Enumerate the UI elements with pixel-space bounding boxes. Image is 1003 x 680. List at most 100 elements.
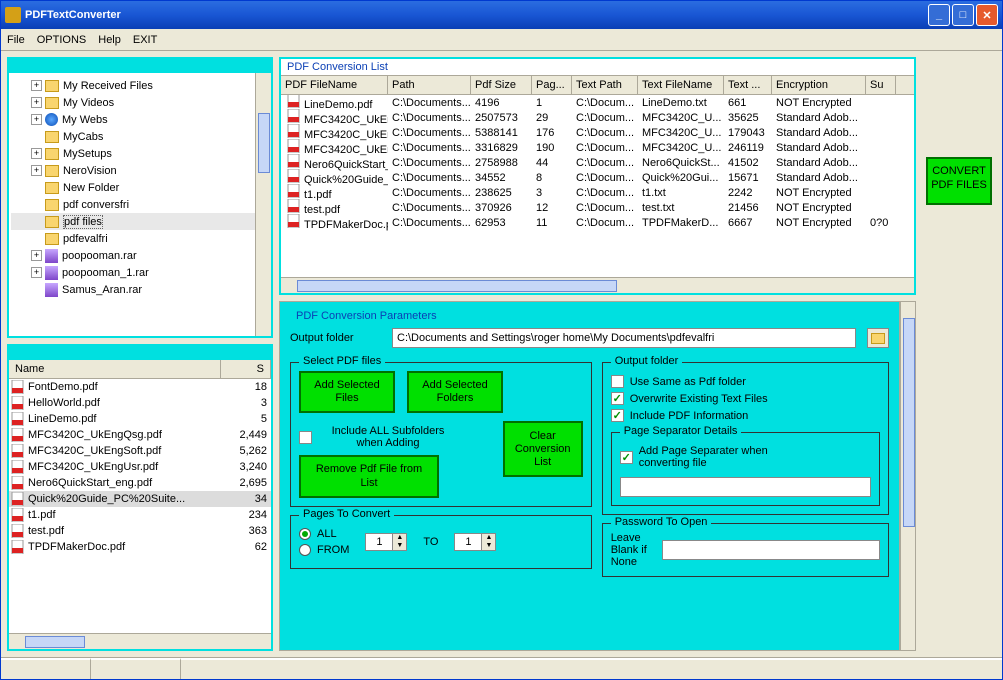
tree-item[interactable]: +My Videos — [11, 94, 269, 111]
tree-item[interactable]: pdf conversfri — [11, 196, 269, 213]
pdf-icon — [11, 444, 25, 458]
include-subfolders-row[interactable]: Include ALL Subfolders when Adding — [299, 425, 493, 449]
page-from-spinner[interactable]: ▲▼ — [365, 533, 407, 551]
col-su[interactable]: Su — [866, 76, 896, 94]
col-text-size[interactable]: Text ... — [724, 76, 772, 94]
conversion-row[interactable]: t1.pdfC:\Documents...2386253C:\Docum...t… — [281, 185, 914, 200]
file-row[interactable]: FontDemo.pdf18 — [9, 379, 271, 395]
page-to-spinner[interactable]: ▲▼ — [454, 533, 496, 551]
app-window: PDFTextConverter _ □ ✕ File OPTIONS Help… — [0, 0, 1003, 680]
convert-button[interactable]: CONVERT PDF FILES — [926, 157, 992, 205]
select-pdf-group: Select PDF files Add Selected Files Add … — [290, 362, 592, 507]
include-info-row[interactable]: Include PDF Information — [611, 409, 880, 422]
col-pdf-filename[interactable]: PDF FileName — [281, 76, 388, 94]
tree-item[interactable]: +poopooman.rar — [11, 247, 269, 264]
browse-button[interactable] — [867, 328, 889, 348]
col-encryption[interactable]: Encryption — [772, 76, 866, 94]
maximize-button[interactable]: □ — [952, 4, 974, 26]
file-size: 34 — [221, 493, 271, 505]
file-list-panel: Name S FontDemo.pdf18HelloWorld.pdf3Line… — [7, 344, 273, 651]
file-row[interactable]: Nero6QuickStart_eng.pdf2,695 — [9, 475, 271, 491]
col-path[interactable]: Path — [388, 76, 471, 94]
col-pdf-size[interactable]: Pdf Size — [471, 76, 532, 94]
clear-list-button[interactable]: Clear Conversion List — [503, 421, 583, 477]
tree-item[interactable]: +My Received Files — [11, 77, 269, 94]
file-row[interactable]: MFC3420C_UkEngSoft.pdf5,262 — [9, 443, 271, 459]
tree-toggle-icon[interactable]: + — [31, 250, 42, 261]
col-name[interactable]: Name — [9, 360, 221, 378]
file-row[interactable]: HelloWorld.pdf3 — [9, 395, 271, 411]
tree-item[interactable]: pdfevalfri — [11, 230, 269, 247]
file-row[interactable]: Quick%20Guide_PC%20Suite...34 — [9, 491, 271, 507]
file-row[interactable]: MFC3420C_UkEngQsg.pdf2,449 — [9, 427, 271, 443]
overwrite-row[interactable]: Overwrite Existing Text Files — [611, 392, 880, 405]
add-selected-files-button[interactable]: Add Selected Files — [299, 371, 395, 413]
tree-toggle-icon[interactable]: + — [31, 165, 42, 176]
tree-item[interactable]: New Folder — [11, 179, 269, 196]
use-same-row[interactable]: Use Same as Pdf folder — [611, 375, 880, 388]
remove-file-button[interactable]: Remove Pdf File from List — [299, 455, 439, 497]
tree-toggle-icon[interactable]: + — [31, 114, 42, 125]
conversion-row[interactable]: LineDemo.pdfC:\Documents...41961C:\Docum… — [281, 95, 914, 110]
file-list[interactable]: FontDemo.pdf18HelloWorld.pdf3LineDemo.pd… — [9, 379, 271, 633]
separator-input[interactable] — [620, 477, 871, 497]
menu-help[interactable]: Help — [98, 34, 121, 46]
file-row[interactable]: MFC3420C_UkEngUsr.pdf3,240 — [9, 459, 271, 475]
file-row[interactable]: TPDFMakerDoc.pdf62 — [9, 539, 271, 555]
menu-file[interactable]: File — [7, 34, 25, 46]
include-info-checkbox[interactable] — [611, 409, 624, 422]
tree-item-label: NeroVision — [63, 165, 117, 177]
add-separator-row[interactable]: Add Page Separater when converting file — [620, 445, 871, 469]
overwrite-checkbox[interactable] — [611, 392, 624, 405]
conversion-row[interactable]: test.pdfC:\Documents...37092612C:\Docum.… — [281, 200, 914, 215]
file-row[interactable]: test.pdf363 — [9, 523, 271, 539]
add-selected-folders-button[interactable]: Add Selected Folders — [407, 371, 503, 413]
radio-all[interactable] — [299, 528, 311, 540]
file-row[interactable]: LineDemo.pdf5 — [9, 411, 271, 427]
file-row[interactable]: t1.pdf234 — [9, 507, 271, 523]
params-scrollbar[interactable] — [900, 301, 916, 651]
tree-item[interactable]: Samus_Aran.rar — [11, 281, 269, 298]
conversion-row[interactable]: Quick%20Guide_P...C:\Documents...345528C… — [281, 170, 914, 185]
tree-item[interactable]: +MySetups — [11, 145, 269, 162]
folder-tree[interactable]: +My Received Files+My Videos+My WebsMyCa… — [9, 73, 271, 336]
radio-from-row[interactable]: FROM — [299, 544, 349, 556]
conversion-list-hscroll[interactable] — [281, 277, 914, 293]
tree-item[interactable]: MyCabs — [11, 128, 269, 145]
col-text-filename[interactable]: Text FileName — [638, 76, 724, 94]
tree-toggle-icon[interactable]: + — [31, 80, 42, 91]
include-subfolders-checkbox[interactable] — [299, 431, 312, 444]
tree-item[interactable]: +My Webs — [11, 111, 269, 128]
page-from-input[interactable] — [365, 533, 393, 551]
pdf-icon — [11, 460, 25, 474]
output-folder-path[interactable]: C:\Documents and Settings\roger home\My … — [392, 328, 856, 348]
minimize-button[interactable]: _ — [928, 4, 950, 26]
file-list-hscroll[interactable] — [9, 633, 271, 649]
conversion-row[interactable]: Nero6QuickStart_...C:\Documents...275898… — [281, 155, 914, 170]
conversion-list[interactable]: LineDemo.pdfC:\Documents...41961C:\Docum… — [281, 95, 914, 277]
use-same-checkbox[interactable] — [611, 375, 624, 388]
menu-options[interactable]: OPTIONS — [37, 34, 87, 46]
tree-toggle-icon[interactable]: + — [31, 148, 42, 159]
add-separator-checkbox[interactable] — [620, 451, 633, 464]
tree-scrollbar[interactable] — [255, 73, 271, 336]
radio-all-row[interactable]: ALL — [299, 528, 349, 540]
tree-toggle-icon[interactable]: + — [31, 267, 42, 278]
conversion-row[interactable]: TPDFMakerDoc.pdfC:\Documents...6295311C:… — [281, 215, 914, 230]
tree-item[interactable]: +poopooman_1.rar — [11, 264, 269, 281]
menu-exit[interactable]: EXIT — [133, 34, 157, 46]
col-pages[interactable]: Pag... — [532, 76, 572, 94]
tree-toggle-icon[interactable]: + — [31, 97, 42, 108]
folder-icon — [45, 233, 59, 245]
close-button[interactable]: ✕ — [976, 4, 998, 26]
page-to-input[interactable] — [454, 533, 482, 551]
conversion-row[interactable]: MFC3420C_UkEn...C:\Documents...538814117… — [281, 125, 914, 140]
conversion-row[interactable]: MFC3420C_UkEn...C:\Documents...331682919… — [281, 140, 914, 155]
tree-item[interactable]: pdf files — [11, 213, 269, 230]
password-input[interactable] — [662, 540, 880, 560]
col-text-path[interactable]: Text Path — [572, 76, 638, 94]
conversion-row[interactable]: MFC3420C_UkEn...C:\Documents...250757329… — [281, 110, 914, 125]
tree-item[interactable]: + NeroVision — [11, 162, 269, 179]
col-size[interactable]: S — [221, 360, 271, 378]
radio-from[interactable] — [299, 544, 311, 556]
